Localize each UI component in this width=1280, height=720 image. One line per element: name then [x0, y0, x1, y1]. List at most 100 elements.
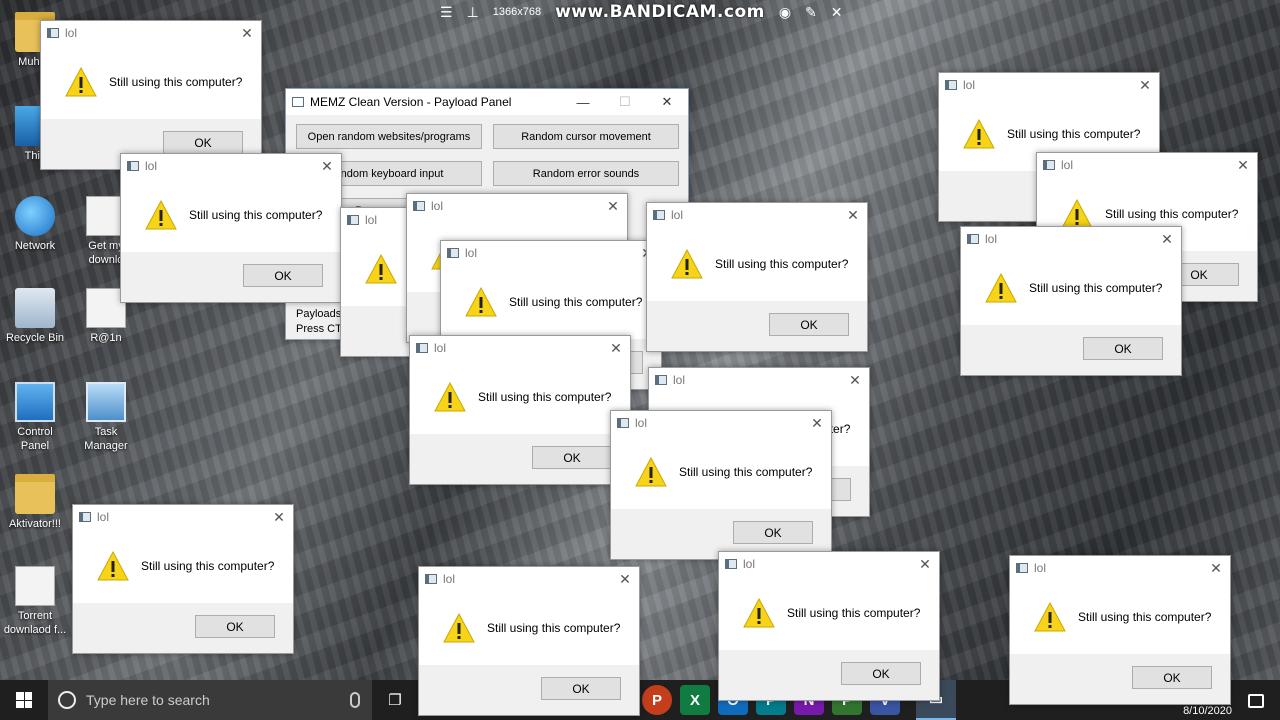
- control-panel-icon: [15, 382, 55, 422]
- close-icon[interactable]: ✕: [233, 25, 261, 42]
- message-box-footer: OK: [419, 665, 639, 715]
- ok-button[interactable]: OK: [541, 677, 621, 700]
- app-icon: [1043, 160, 1055, 170]
- close-icon[interactable]: ✕: [646, 94, 688, 110]
- pencil-icon[interactable]: ✎: [805, 4, 817, 21]
- message-text: Still using this computer?: [109, 75, 243, 89]
- message-box-title: lol: [673, 373, 686, 387]
- ok-button[interactable]: OK: [841, 662, 921, 685]
- task-view-icon[interactable]: ❐: [372, 691, 418, 709]
- message-box-title: lol: [97, 510, 110, 524]
- pin-icon[interactable]: ⊥: [467, 4, 479, 21]
- message-box-titlebar: lol✕: [441, 241, 661, 265]
- folder-icon: [15, 474, 55, 514]
- close-icon[interactable]: ✕: [831, 4, 843, 21]
- app-icon: [413, 201, 425, 211]
- message-text: Still using this computer?: [679, 465, 813, 479]
- message-text: Still using this computer?: [141, 559, 275, 573]
- message-box-body: Still using this computer?: [410, 360, 630, 434]
- warning-icon: [465, 287, 497, 317]
- close-icon[interactable]: ✕: [841, 372, 869, 389]
- message-box-body: Still using this computer?: [73, 529, 293, 603]
- ok-button[interactable]: OK: [163, 131, 243, 154]
- app-icon: [655, 375, 667, 385]
- ok-button[interactable]: OK: [243, 264, 323, 287]
- ok-button[interactable]: OK: [733, 521, 813, 544]
- recording-toolbar: ☰ ⊥ 1366x768 www.BANDICAM.com ◉ ✎ ✕: [430, 0, 850, 24]
- menu-icon[interactable]: ☰: [440, 4, 453, 21]
- memz-title: MEMZ Clean Version - Payload Panel: [310, 95, 512, 109]
- excel-icon[interactable]: X: [680, 685, 710, 715]
- app-icon: [617, 418, 629, 428]
- recycle-bin-icon: [15, 288, 55, 328]
- app-icon: [653, 210, 665, 220]
- payload-button-error-sounds[interactable]: Random error sounds: [493, 161, 679, 186]
- close-icon[interactable]: ✕: [602, 340, 630, 357]
- message-box-titlebar: lol✕: [647, 203, 867, 227]
- message-box: lol ✕ Still using this computer? OK: [1009, 555, 1231, 705]
- close-icon[interactable]: ✕: [265, 509, 293, 526]
- powerpoint-icon[interactable]: P: [642, 685, 672, 715]
- minimize-icon[interactable]: —: [562, 95, 604, 110]
- message-box-titlebar: lol ✕: [649, 368, 869, 392]
- close-icon[interactable]: ✕: [911, 556, 939, 573]
- ok-button[interactable]: OK: [1132, 666, 1212, 689]
- message-box-title: lol: [443, 572, 456, 586]
- desktop-icon-task-manager[interactable]: Task Manager: [73, 382, 139, 453]
- ok-button[interactable]: OK: [532, 446, 612, 469]
- close-icon[interactable]: ✕: [839, 207, 867, 224]
- close-icon[interactable]: ✕: [1131, 77, 1159, 94]
- message-box: lol ✕ Still using this computer? OK: [418, 566, 640, 716]
- desktop-icon-torrent[interactable]: Torrent downlaod f...: [2, 566, 68, 637]
- message-box-title: lol: [431, 199, 444, 213]
- desktop-icon-control-panel[interactable]: Control Panel: [2, 382, 68, 453]
- message-box: lol ✕ Still using this computer? OK: [72, 504, 294, 654]
- app-icon: [416, 343, 428, 353]
- warning-icon: [635, 457, 667, 487]
- message-text: Still using this computer?: [715, 257, 849, 271]
- windows-logo-icon: [16, 692, 32, 708]
- app-icon: [967, 234, 979, 244]
- message-box-titlebar: lol✕: [41, 21, 261, 45]
- message-box-titlebar: lol ✕: [73, 505, 293, 529]
- start-button[interactable]: [0, 680, 48, 720]
- microphone-icon[interactable]: [350, 692, 360, 708]
- message-box: lol ✕ Still using this computer? OK: [40, 20, 262, 170]
- task-manager-icon: [86, 382, 126, 422]
- close-icon[interactable]: ✕: [1153, 231, 1181, 248]
- camera-icon[interactable]: ◉: [779, 4, 791, 21]
- desktop-icon-network[interactable]: Network: [2, 196, 68, 253]
- message-box-body: Still using this computer?: [961, 251, 1181, 325]
- desktop-icon-recycle-bin[interactable]: Recycle Bin: [2, 288, 68, 345]
- message-box: lol ✕ Still using this computer? OK: [718, 551, 940, 701]
- taskbar-search-box[interactable]: Type here to search: [48, 680, 372, 720]
- maximize-icon[interactable]: ☐: [604, 94, 646, 110]
- notification-center-icon[interactable]: [1248, 694, 1264, 708]
- app-icon: [47, 28, 59, 38]
- payload-button-cursor-movement[interactable]: Random cursor movement: [493, 124, 679, 149]
- message-box-footer: OK: [410, 434, 630, 484]
- close-icon[interactable]: ✕: [599, 198, 627, 215]
- message-box-title: lol: [1061, 158, 1074, 172]
- desktop-icon-aktivator[interactable]: Aktivator!!!: [2, 474, 68, 531]
- message-box-titlebar: lol ✕: [407, 194, 627, 218]
- message-box-body: Still using this computer?: [647, 227, 867, 301]
- app-icon: [725, 559, 737, 569]
- app-icon: [79, 512, 91, 522]
- ok-button[interactable]: OK: [769, 313, 849, 336]
- warning-icon: [443, 613, 475, 643]
- taskbar-date: 8/10/2020: [1183, 705, 1232, 717]
- ok-button[interactable]: OK: [1083, 337, 1163, 360]
- recording-resolution: 1366x768: [492, 6, 542, 18]
- payload-button-open-websites[interactable]: Open random websites/programs: [296, 124, 482, 149]
- warning-icon: [743, 598, 775, 628]
- message-text: Still using this computer?: [478, 390, 612, 404]
- close-icon[interactable]: ✕: [313, 158, 341, 175]
- close-icon[interactable]: ✕: [611, 571, 639, 588]
- ok-button[interactable]: OK: [195, 615, 275, 638]
- warning-icon: [97, 551, 129, 581]
- close-icon[interactable]: ✕: [1202, 560, 1230, 577]
- close-icon[interactable]: ✕: [803, 415, 831, 432]
- message-box-body: Still using this computer?: [41, 45, 261, 119]
- close-icon[interactable]: ✕: [1229, 157, 1257, 174]
